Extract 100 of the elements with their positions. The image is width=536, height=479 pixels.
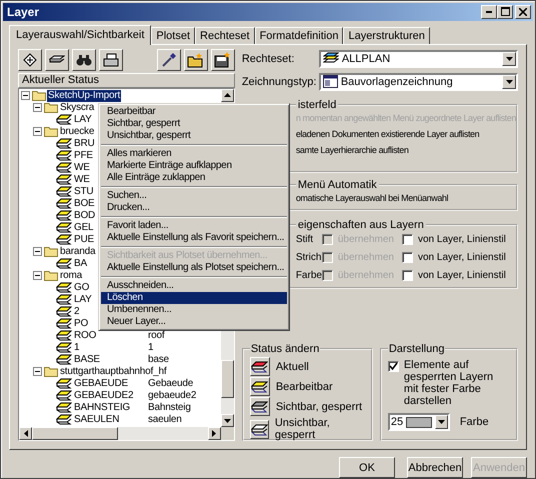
layer-icon (56, 282, 72, 294)
checkbox[interactable] (402, 270, 413, 282)
status-button[interactable] (250, 377, 270, 396)
tree-item[interactable]: Skyscra (59, 102, 96, 114)
menu-item[interactable]: Alle Einträge zuklappen (101, 172, 287, 184)
minimize-button[interactable] (481, 4, 497, 19)
toolbar-button[interactable] (72, 48, 96, 71)
tree-item[interactable]: LAY (73, 114, 93, 126)
menu-item[interactable]: Suchen... (101, 190, 287, 202)
tree-item[interactable]: roma (59, 270, 83, 282)
menu-item[interactable]: Neuer Layer... (101, 316, 287, 328)
property-label: Stift (296, 234, 314, 246)
dropdown-arrow-icon (506, 56, 512, 61)
tree-item[interactable]: 2 (73, 306, 80, 318)
toolbar-button[interactable] (210, 48, 235, 71)
collapse-toggle[interactable] (33, 127, 42, 136)
layer-icon (56, 318, 72, 330)
tab[interactable]: Layerstrukturen (343, 26, 430, 44)
window-icon (322, 75, 338, 88)
tree-item[interactable]: SAEULEN (73, 414, 148, 426)
layer-description: Gebaeude (148, 378, 194, 390)
tree-item[interactable]: WE (73, 174, 91, 186)
tree-item[interactable]: bruecke (59, 126, 96, 138)
tree-item[interactable]: BOE (73, 198, 96, 210)
tree-item[interactable]: 1 (73, 342, 148, 354)
tree-item[interactable]: baranda (59, 246, 96, 258)
dialog-button[interactable]: Abbrechen (407, 457, 463, 478)
tree-item[interactable]: BAHNSTEIG (73, 402, 148, 414)
folder-icon (44, 246, 58, 258)
horizontal-scrollbar[interactable] (19, 427, 234, 440)
tab[interactable]: Rechteset (195, 26, 255, 44)
checkbox[interactable] (388, 361, 399, 372)
radio-option[interactable]: eladenen Dokumenten existierende Layer auflisten (296, 128, 516, 139)
layer-icon (56, 174, 72, 186)
menu-item[interactable]: Sichtbar, gesperrt (101, 118, 287, 130)
menu-item[interactable]: Favorit laden... (101, 220, 287, 232)
tab[interactable]: Plotset (151, 26, 196, 44)
dialog-button[interactable]: OK (339, 457, 395, 478)
tree-item[interactable]: PO (73, 318, 90, 330)
layer-description: gebaeude2 (148, 390, 196, 402)
menu-item[interactable]: Markierte Einträge aufklappen (101, 160, 287, 172)
tree-item[interactable]: GEBAEUDE2 (73, 390, 148, 402)
tree-item[interactable]: BRU (73, 138, 96, 150)
tree-item[interactable]: SketchUp-Import (47, 90, 122, 102)
collapse-toggle[interactable] (33, 103, 42, 112)
tree-item[interactable]: BOD (73, 210, 96, 222)
menu-item[interactable]: Alles markieren (101, 148, 287, 160)
layer-icon (56, 138, 72, 150)
radio-option[interactable]: samte Layerhierarchie auflisten (296, 144, 516, 155)
layer-icon (56, 210, 72, 222)
tree-item[interactable]: LAY (73, 294, 93, 306)
maximize-button[interactable] (497, 4, 513, 19)
menu-item[interactable]: Ausschneiden... (101, 280, 287, 292)
collapse-toggle[interactable] (33, 247, 42, 256)
checkbox[interactable] (402, 252, 413, 264)
scrollbar-thumb[interactable] (220, 360, 234, 398)
layer-icon (56, 114, 72, 126)
tree-item[interactable]: STU (73, 186, 94, 198)
collapse-toggle[interactable] (33, 367, 42, 376)
layer-description: Bahnsteig (148, 402, 191, 414)
tab[interactable]: Layerauswahl/Sichtbarkeit (9, 24, 152, 45)
toolbar-button[interactable] (18, 48, 42, 71)
status-button[interactable] (250, 420, 269, 438)
rechteset-dropdown[interactable]: ALLPLAN (318, 50, 518, 68)
folder-icon (186, 52, 205, 68)
menu-item[interactable]: Unsichtbar, gesperrt (101, 130, 287, 142)
scrollbar-thumb[interactable] (32, 427, 118, 440)
color-dropdown[interactable]: 25 (388, 413, 450, 431)
tree-item[interactable]: BA (73, 258, 88, 270)
status-button[interactable] (250, 357, 270, 376)
menu-item[interactable]: Aktuelle Einstellung als Plotset speichern... (101, 262, 287, 274)
checkbox-option[interactable]: omatische Layerauswahl bei Menüanwahl (296, 192, 516, 203)
collapse-toggle[interactable] (33, 271, 42, 280)
tab[interactable]: Formatdefinition (254, 26, 344, 44)
status-button[interactable] (250, 397, 270, 416)
tree-item[interactable]: stuttgarthauptbahnhof_hf (59, 366, 168, 378)
toolbar-button[interactable] (99, 48, 123, 71)
toolbar-button[interactable] (156, 48, 181, 71)
tree-item[interactable]: GO (73, 282, 90, 294)
toolbar-button[interactable] (45, 48, 69, 71)
zeichnungstyp-dropdown[interactable]: Bauvorlagenzeichnung (318, 72, 518, 91)
tree-item[interactable]: PFE (73, 150, 94, 162)
collapse-toggle[interactable] (21, 91, 30, 100)
folder-icon (44, 270, 58, 282)
menu-item[interactable]: Bearbeitbar (101, 106, 287, 118)
tree-item[interactable]: GEL (73, 222, 94, 234)
menu-item[interactable]: Drucken... (101, 202, 287, 214)
checkbox[interactable] (402, 234, 413, 246)
layer-icon (56, 402, 72, 414)
toolbar-button[interactable] (184, 48, 208, 71)
menu-item[interactable]: Aktuelle Einstellung als Favorit speichern... (101, 232, 287, 244)
menu-item[interactable]: Löschen (101, 292, 287, 304)
tree-item[interactable]: ROO (73, 330, 148, 342)
tree-item[interactable]: GEBAEUDE (73, 378, 148, 390)
close-button[interactable] (515, 4, 531, 19)
tree-item[interactable]: BASE (73, 354, 148, 366)
status-label: Bearbeitbar (276, 380, 333, 392)
tree-item[interactable]: WE (73, 162, 91, 174)
tree-item[interactable]: PUE (73, 234, 95, 246)
menu-item[interactable]: Umbenennen... (101, 304, 287, 316)
